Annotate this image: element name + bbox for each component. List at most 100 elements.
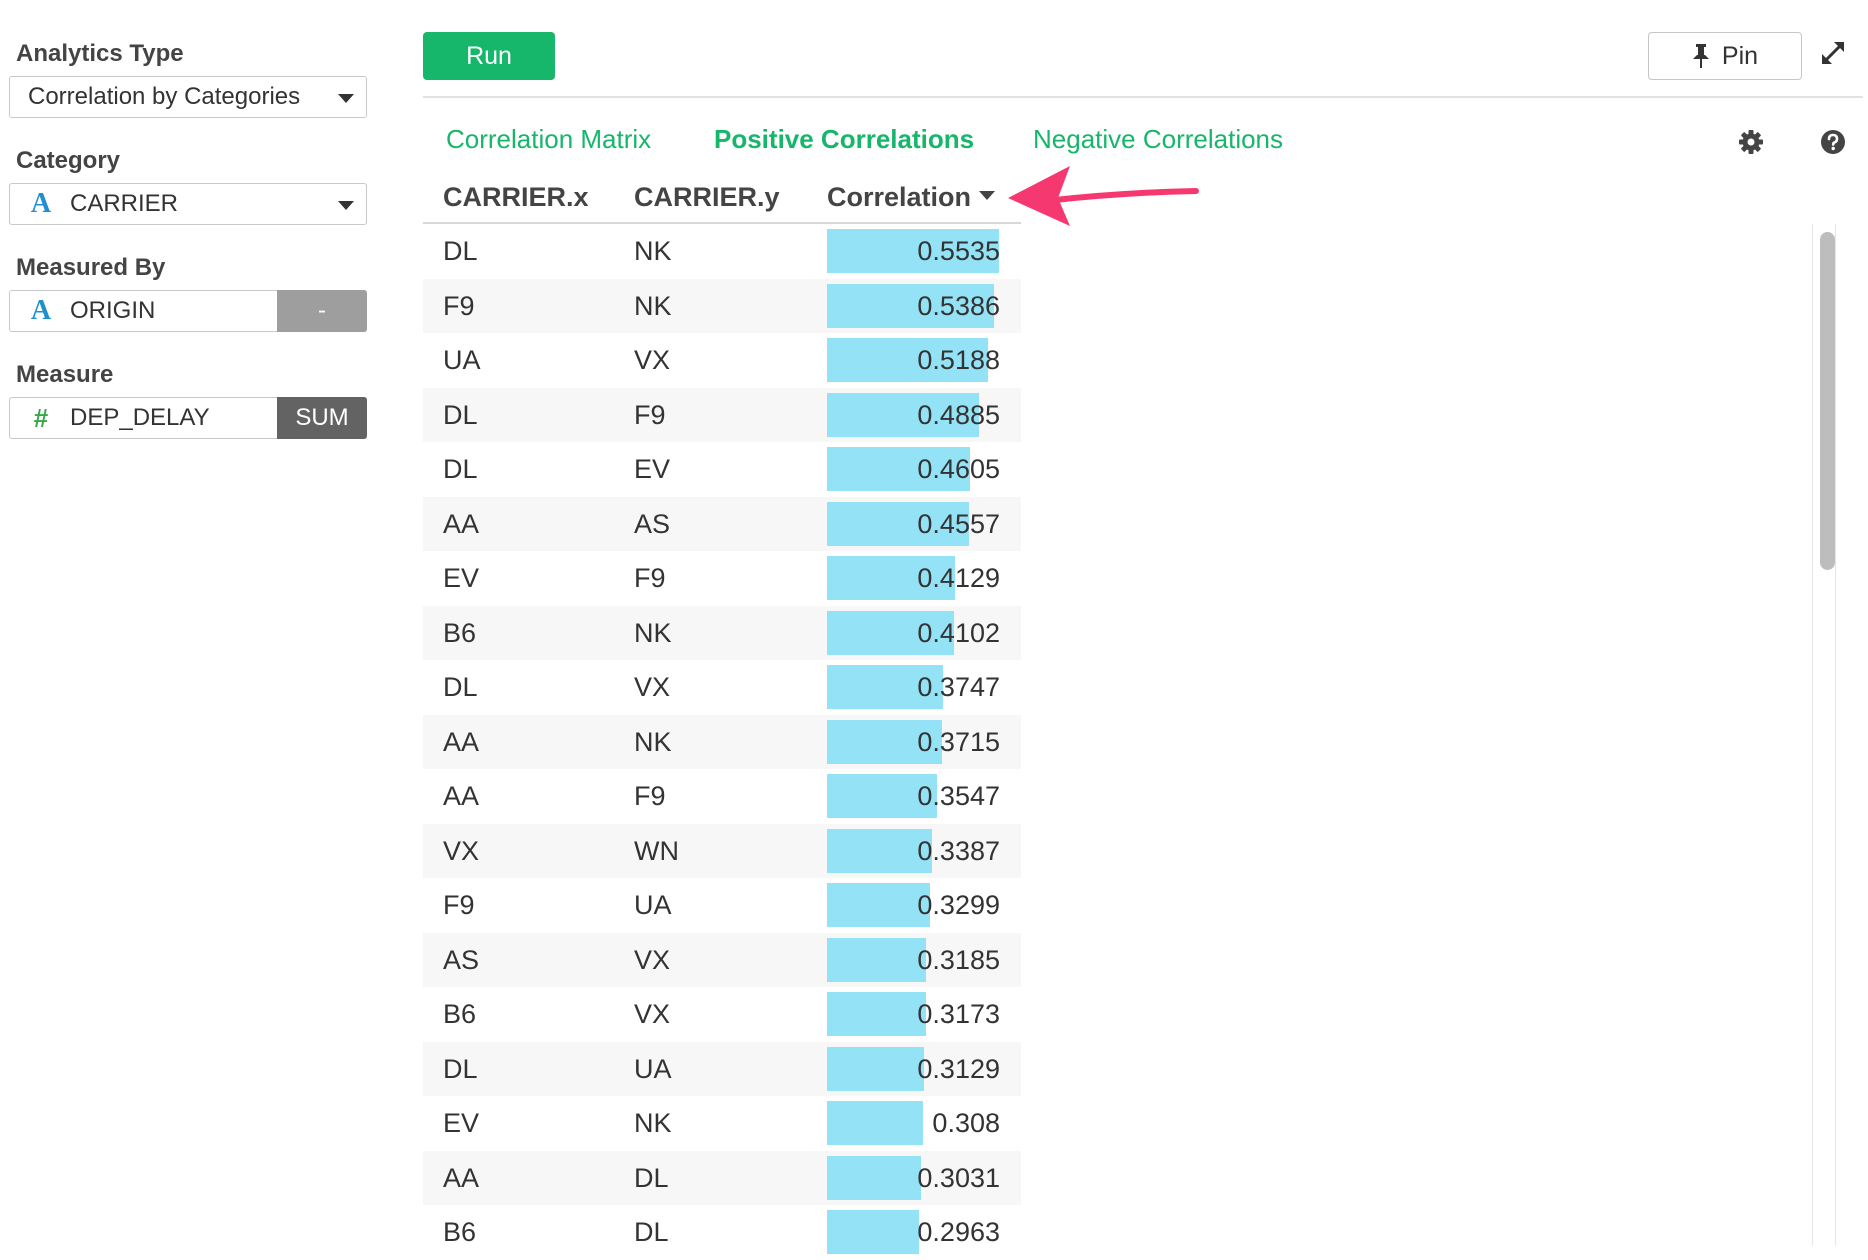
carrier-y-cell: F9 bbox=[634, 399, 666, 430]
aggregation-button[interactable]: SUM bbox=[277, 397, 367, 439]
chevron-down-icon bbox=[338, 94, 354, 103]
correlation-value: 0.5535 bbox=[917, 236, 1000, 266]
correlation-value: 0.5386 bbox=[917, 290, 1000, 321]
toolbar-divider bbox=[423, 96, 1863, 98]
table-row: EV F9 0.4129 bbox=[423, 551, 1021, 606]
carrier-x-cell: UA bbox=[443, 345, 481, 375]
correlation-value: 0.4885 bbox=[917, 399, 1000, 430]
carrier-y-cell: VX bbox=[634, 944, 671, 975]
carrier-x-cell: VX bbox=[443, 835, 480, 866]
correlation-value: 0.5188 bbox=[917, 345, 1000, 375]
table-row: F9 NK 0.5386 bbox=[423, 278, 1021, 333]
carrier-x-cell: B6 bbox=[443, 999, 477, 1029]
text-type-icon: A bbox=[30, 295, 52, 326]
table-row: AS VX 0.3185 bbox=[423, 932, 1021, 987]
pin-button[interactable]: Pin bbox=[1648, 32, 1802, 80]
carrier-x-cell: B6 bbox=[443, 617, 477, 648]
column-header-carrier-x[interactable]: CARRIER.x bbox=[443, 182, 589, 213]
correlation-value: 0.4557 bbox=[917, 508, 1000, 539]
table-row: B6 DL 0.2963 bbox=[423, 1205, 1021, 1260]
measure-label: Measure bbox=[16, 361, 114, 388]
correlation-value: 0.3173 bbox=[917, 999, 1000, 1029]
table-row: B6 VX 0.3173 bbox=[423, 987, 1021, 1042]
correlation-value: 0.3185 bbox=[917, 944, 1000, 975]
category-label: Category bbox=[16, 147, 121, 174]
correlation-bar bbox=[827, 1210, 920, 1254]
carrier-x-cell: AS bbox=[443, 944, 480, 975]
carrier-y-cell: F9 bbox=[634, 781, 666, 811]
carrier-y-cell: EV bbox=[634, 454, 671, 484]
correlation-bar bbox=[827, 883, 930, 927]
measured-by-option-button[interactable]: - bbox=[277, 290, 367, 332]
measured-by-label: Measured By bbox=[16, 254, 166, 281]
run-button[interactable]: Run bbox=[423, 32, 555, 80]
column-header-correlation[interactable]: Correlation bbox=[827, 182, 996, 213]
correlation-value: 0.3387 bbox=[917, 835, 1000, 866]
tab-negative-correlations[interactable]: Negative Correlations bbox=[1033, 124, 1283, 155]
table-row: AA F9 0.3547 bbox=[423, 769, 1021, 824]
carrier-x-cell: DL bbox=[443, 454, 478, 484]
carrier-y-cell: DL bbox=[634, 1217, 669, 1247]
column-header-correlation-label: Correlation bbox=[827, 182, 972, 212]
carrier-y-cell: NK bbox=[634, 617, 672, 648]
carrier-y-cell: NK bbox=[634, 236, 672, 266]
annotation-arrow-icon bbox=[1008, 166, 1199, 226]
carrier-y-cell: F9 bbox=[634, 563, 666, 593]
table-row: DL VX 0.3747 bbox=[423, 660, 1021, 715]
carrier-x-cell: AA bbox=[443, 508, 480, 539]
expand-icon[interactable] bbox=[1820, 40, 1846, 66]
correlation-bar bbox=[827, 937, 926, 982]
sort-descending-icon[interactable] bbox=[979, 191, 996, 201]
correlation-value: 0.3299 bbox=[917, 890, 1000, 920]
correlation-value: 0.3747 bbox=[917, 672, 1000, 702]
measure-value: DEP_DELAY bbox=[70, 404, 210, 431]
carrier-x-cell: EV bbox=[443, 1108, 480, 1138]
carrier-y-cell: VX bbox=[634, 345, 671, 375]
gear-icon[interactable] bbox=[1738, 129, 1764, 155]
table-row: DL NK 0.5535 bbox=[423, 224, 1021, 279]
carrier-x-cell: DL bbox=[443, 672, 478, 702]
tab-positive-correlations[interactable]: Positive Correlations bbox=[714, 124, 974, 155]
help-icon[interactable] bbox=[1820, 129, 1846, 155]
correlation-value: 0.4102 bbox=[917, 617, 1000, 648]
correlation-bar bbox=[827, 1155, 922, 1200]
table-row: EV NK 0.308 bbox=[423, 1096, 1021, 1151]
carrier-y-cell: VX bbox=[634, 672, 671, 702]
table-row: DL UA 0.3129 bbox=[423, 1041, 1021, 1096]
carrier-y-cell: UA bbox=[634, 890, 672, 920]
category-value: CARRIER bbox=[70, 190, 179, 217]
table-row: B6 NK 0.4102 bbox=[423, 605, 1021, 660]
measured-by-field[interactable]: A ORIGIN - bbox=[9, 290, 367, 332]
carrier-x-cell: DL bbox=[443, 1053, 478, 1084]
correlation-value: 0.3715 bbox=[917, 726, 1000, 757]
category-select[interactable]: A CARRIER bbox=[9, 183, 367, 225]
correlation-bar bbox=[827, 992, 926, 1036]
scrollbar-thumb[interactable] bbox=[1820, 232, 1835, 570]
carrier-x-cell: AA bbox=[443, 781, 480, 811]
table-row: VX WN 0.3387 bbox=[423, 823, 1021, 878]
correlation-table-body: DL NK 0.5535 F9 NK 0.5386 UA VX 0.5188 DL F9 0.4885… bbox=[423, 224, 1021, 1260]
carrier-y-cell: AS bbox=[634, 508, 671, 539]
analytics-type-select[interactable]: Correlation by Categories bbox=[9, 76, 367, 118]
carrier-y-cell: DL bbox=[634, 1162, 669, 1193]
correlation-value: 0.4605 bbox=[917, 454, 1000, 484]
table-row: AA DL 0.3031 bbox=[423, 1150, 1021, 1205]
correlation-value: 0.308 bbox=[932, 1108, 1000, 1138]
column-header-carrier-y[interactable]: CARRIER.y bbox=[634, 182, 780, 213]
carrier-x-cell: DL bbox=[443, 236, 478, 266]
carrier-x-cell: EV bbox=[443, 563, 480, 593]
table-row: UA VX 0.5188 bbox=[423, 333, 1021, 388]
analytics-type-value: Correlation by Categories bbox=[28, 83, 301, 110]
correlation-value: 0.4129 bbox=[917, 563, 1000, 593]
measured-by-value: ORIGIN bbox=[70, 297, 156, 324]
correlation-value: 0.3031 bbox=[917, 1162, 1000, 1193]
tab-correlation-matrix[interactable]: Correlation Matrix bbox=[446, 124, 651, 155]
measure-field[interactable]: # DEP_DELAY SUM bbox=[9, 397, 367, 439]
table-row: AA AS 0.4557 bbox=[423, 496, 1021, 551]
analytics-type-label: Analytics Type bbox=[16, 40, 184, 67]
carrier-x-cell: AA bbox=[443, 1162, 480, 1193]
correlation-value: 0.2963 bbox=[917, 1217, 1000, 1247]
correlation-bar bbox=[827, 1101, 923, 1145]
pin-icon bbox=[1692, 44, 1709, 68]
carrier-x-cell: DL bbox=[443, 399, 478, 430]
